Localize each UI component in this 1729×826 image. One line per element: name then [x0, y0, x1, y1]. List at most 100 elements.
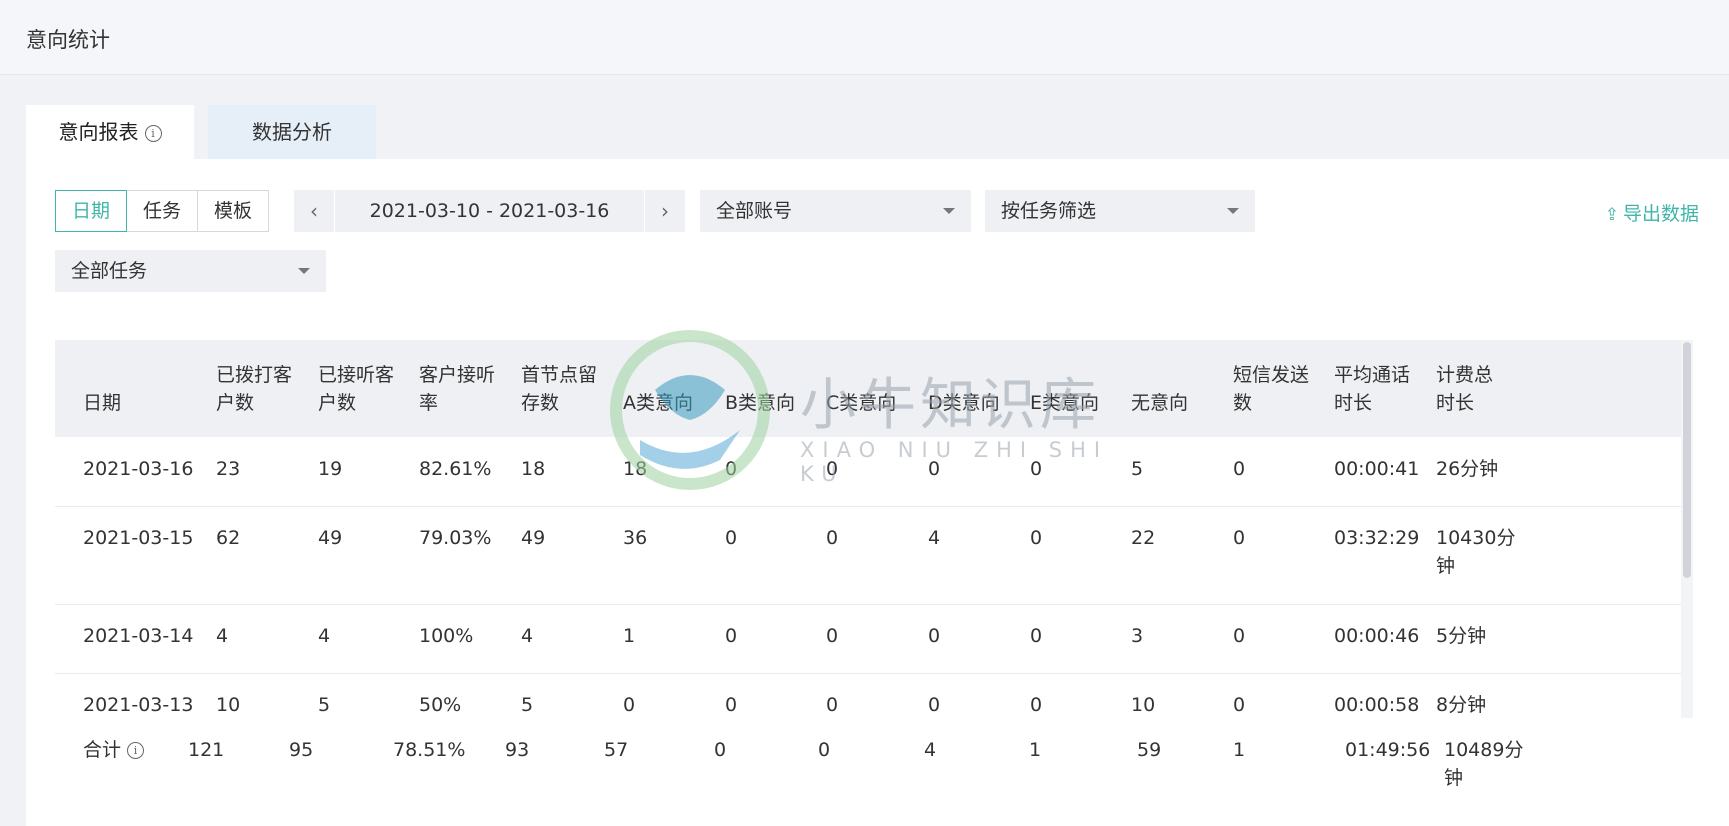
column-header: 无意向: [1131, 340, 1229, 437]
tab-data-analysis-label: 数据分析: [252, 120, 332, 144]
table-cell: 4: [928, 527, 941, 549]
table-cell: 0: [725, 694, 738, 716]
totals-cell: 1: [1233, 739, 1246, 761]
table-cell: 0: [928, 458, 941, 480]
table-row[interactable]: 2021-03-14 4 4 100% 4 1 0 0 0 0 3 0 00:00:46 5分钟: [55, 604, 1685, 674]
info-icon[interactable]: i: [144, 125, 162, 142]
table-cell: 50%: [419, 694, 462, 716]
totals-cell: 78.51%: [393, 739, 466, 761]
column-header: 日期: [83, 340, 213, 437]
table-cell: 100%: [419, 625, 474, 647]
table-cell: 0: [826, 694, 839, 716]
table-cell: 0: [725, 458, 738, 480]
column-header-label: 计费总 时长: [1436, 361, 1493, 417]
task-filter-select-value: 按任务筛选: [1001, 200, 1097, 222]
column-header-line: 已接听客: [318, 363, 395, 386]
table-row[interactable]: 2021-03-16 23 19 82.61% 18 18 0 0 0 0 5 0 00:00:41 26…: [55, 437, 1685, 507]
table-cell: 2021-03-14: [83, 625, 194, 647]
column-header: E类意向: [1030, 340, 1128, 437]
group-by-segment: 日期 任务 模板: [55, 190, 270, 232]
column-header-line: 首节点留: [521, 363, 598, 386]
all-tasks-select[interactable]: 全部任务: [55, 250, 326, 292]
totals-cell: 0: [714, 739, 727, 761]
table-cell: 2021-03-16: [83, 458, 194, 480]
totals-cell: 57: [604, 739, 629, 761]
table-cell: 5: [318, 694, 331, 716]
table-cell: 0: [826, 527, 839, 549]
column-header: 计费总 时长: [1436, 340, 1526, 437]
date-range-value[interactable]: 2021-03-10 - 2021-03-16: [334, 190, 645, 232]
column-header-line: 日期: [83, 391, 122, 414]
totals-cell: 01:49:56: [1345, 739, 1431, 761]
column-header-line: 平均通话: [1334, 363, 1411, 386]
table-cell: 4: [216, 625, 229, 647]
segment-date-button[interactable]: 日期: [55, 190, 128, 232]
table-cell: 0: [725, 625, 738, 647]
totals-row: 合计 i 121 95 78.51% 93 57 0 0 4 1 59 1 01:49:56 10489分钟: [55, 722, 1695, 812]
table-row[interactable]: 2021-03-13 10 5 50% 5 0 0 0 0 0 10 0 00:00:58 8分钟: [55, 673, 1685, 718]
column-header-label: 无意向: [1131, 389, 1188, 417]
table-cell: 2021-03-15: [83, 527, 194, 549]
table-cell: 18: [623, 458, 648, 480]
table-cell: 4: [521, 625, 534, 647]
column-header-label: 首节点留 存数: [521, 361, 597, 417]
segment-task-button[interactable]: 任务: [126, 190, 199, 232]
all-tasks-select-value: 全部任务: [71, 260, 148, 282]
column-header-line: 客户接听: [419, 363, 496, 386]
table-cell: 22: [1131, 527, 1156, 549]
totals-cell: 59: [1137, 739, 1162, 761]
column-header: 已接听客 户数: [318, 340, 416, 437]
table-row[interactable]: 2021-03-15 62 49 79.03% 49 36 0 0 4 0 22 0 03:32:29 1…: [55, 506, 1685, 605]
table-cell: 5: [521, 694, 534, 716]
info-icon[interactable]: i: [127, 742, 145, 759]
next-range-chevron-right-icon[interactable]: ›: [645, 199, 685, 223]
table-cell: 0: [1233, 625, 1246, 647]
column-header-line: 率: [419, 391, 439, 414]
table-cell: 0: [928, 694, 941, 716]
table-cell: 0: [1030, 694, 1043, 716]
table-cell: 0: [1233, 694, 1246, 716]
table-cell: 0: [1233, 527, 1246, 549]
table-cell: 5: [1131, 458, 1144, 480]
column-header: 客户接听率: [419, 340, 517, 437]
table-cell: 4: [318, 625, 331, 647]
table-cell: 36: [623, 527, 648, 549]
intent-table: 日期 已拨打客 户数 已接听客 户数 客户接听率首节点留 存数 A类意向 B类意向 C类意向 D类意…: [55, 340, 1695, 718]
table-cell: 0: [1030, 458, 1043, 480]
tab-intent-report[interactable]: 意向报表 i: [26, 105, 194, 159]
prev-range-chevron-left-icon[interactable]: ‹: [294, 199, 334, 223]
table-cell: 0: [928, 625, 941, 647]
segment-template-button[interactable]: 模板: [197, 190, 270, 232]
table-cell: 0: [1233, 458, 1246, 480]
top-bar: 意向统计: [0, 0, 1729, 75]
totals-label: 合计 i: [83, 736, 145, 764]
column-header-label: 短信发送数: [1233, 361, 1309, 417]
column-header: A类意向: [623, 340, 721, 437]
report-card: 日期 任务 模板 ‹ 2021-03-10 - 2021-03-16 › 全部账…: [26, 159, 1729, 826]
column-header-label: B类意向: [725, 389, 795, 417]
column-header-label: 平均通话 时长: [1334, 361, 1410, 417]
table-cell: 8分钟: [1436, 694, 1487, 716]
column-header-line: B类意向: [725, 391, 796, 414]
totals-cell: 95: [289, 739, 314, 761]
table-cell: 0: [1030, 625, 1043, 647]
column-header-label: 客户接听率: [419, 361, 495, 417]
totals-cell: 1: [1029, 739, 1042, 761]
column-header-label: D类意向: [928, 389, 1000, 417]
table-cell: 49: [521, 527, 546, 549]
column-header-line: 户数: [318, 391, 357, 414]
table-cell: 18: [521, 458, 546, 480]
table-scrollbar-thumb[interactable]: [1683, 342, 1691, 578]
column-header-line: 计费总: [1436, 363, 1494, 386]
tab-data-analysis[interactable]: 数据分析: [208, 105, 376, 159]
table-cell: 0: [623, 694, 636, 716]
column-header-line: 已拨打客: [216, 363, 293, 386]
table-cell: 10430分钟: [1436, 527, 1516, 577]
export-data-link[interactable]: ⇪ 导出数据: [1605, 199, 1699, 226]
account-select[interactable]: 全部账号: [700, 190, 971, 232]
caret-down-icon: [298, 268, 310, 274]
task-filter-select[interactable]: 按任务筛选: [985, 190, 1255, 232]
column-header-label: 日期: [83, 389, 121, 417]
column-header: 短信发送数: [1233, 340, 1331, 437]
totals-cell: 121: [188, 739, 225, 761]
